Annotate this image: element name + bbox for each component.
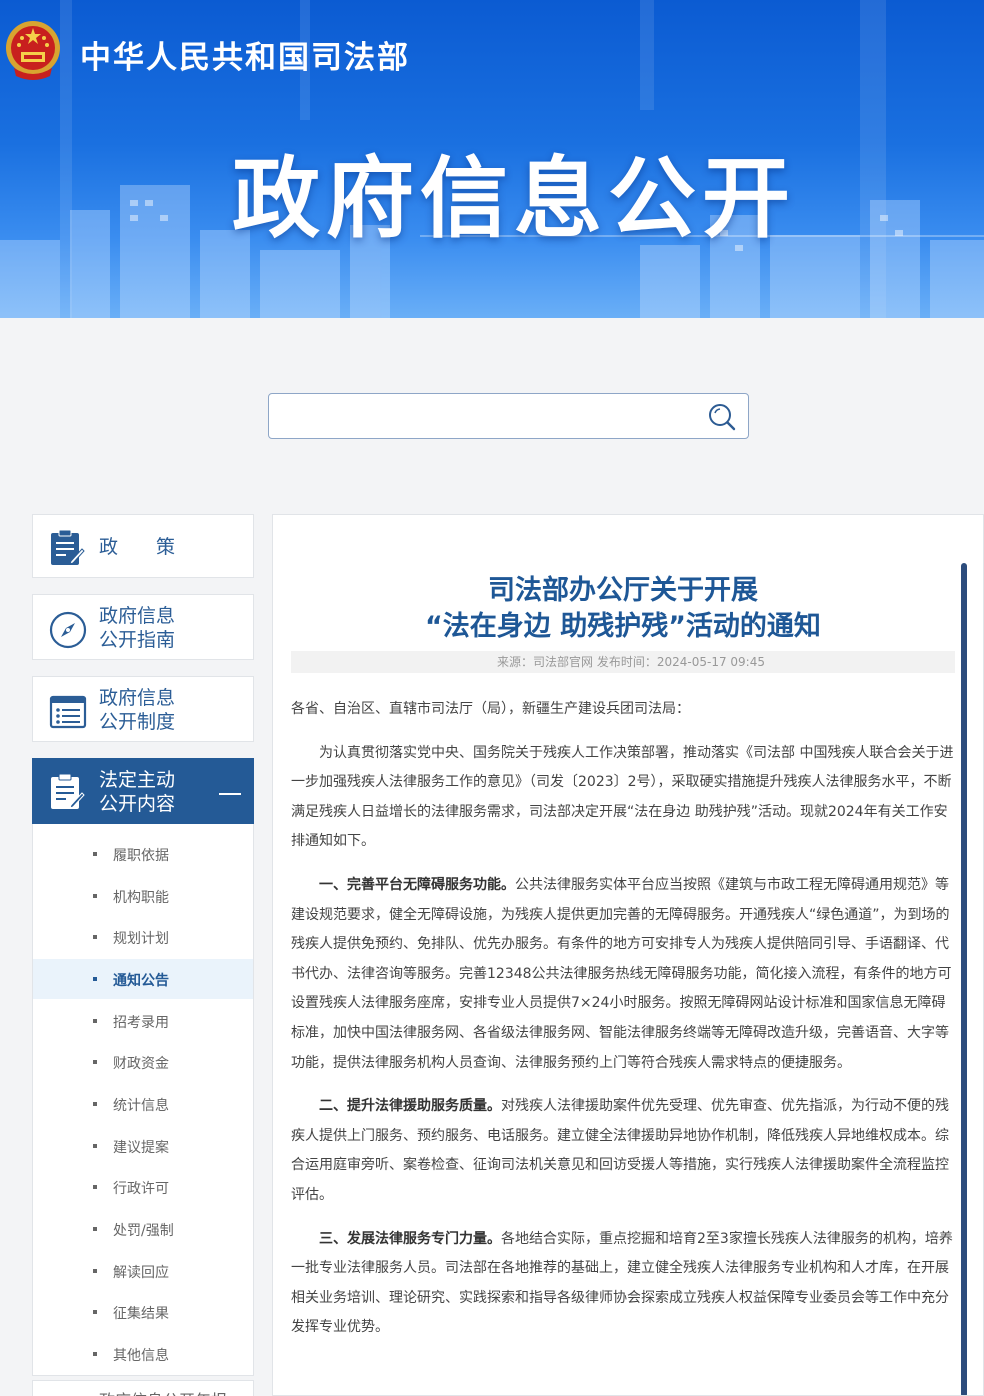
section-paragraph: 三、发展法律服务专门力量。各地结合实际，重点挖掘和培育2至3家擅长残疾人法律服务… [291,1225,959,1343]
salutation: 各省、自治区、直辖市司法厅（局），新疆生产建设兵团司法局： [291,701,690,717]
bullet-icon [93,1060,97,1064]
submenu-item[interactable]: 统计信息 [33,1084,253,1124]
sidebar-item-label: 公开指南 [99,629,176,651]
compass-icon [49,611,87,649]
intro-paragraph: 为认真贯彻落实党中央、国务院关于残疾人工作决策部署，推动落实《司法部 中国残疾人… [291,744,954,850]
bullet-icon [93,1227,97,1231]
sidebar-item-label: 政府信息 [99,687,176,709]
document-icon [51,529,85,565]
section-text: 公共法律服务实体平台应当按照《建筑与市政工程无障碍通用规范》等建设规范要求，健全… [291,876,952,1071]
section-paragraph: 一、完善平台无障碍服务功能。公共法律服务实体平台应当按照《建筑与市政工程无障碍通… [291,871,959,1078]
document-icon [51,773,85,809]
bullet-icon [93,894,97,898]
submenu-item-current[interactable]: 通知公告 [33,959,253,999]
submenu-item[interactable]: 履职依据 [33,834,253,874]
bullet-icon [93,852,97,856]
sidebar-item-label: 法定主动 [99,769,176,791]
article-body: 各省、自治区、直辖市司法厅（局），新疆生产建设兵团司法局： 为认真贯彻落实党中央… [291,695,959,1357]
section-paragraph: 二、提升法律援助服务质量。对残疾人法律援助案件优先受理、优先审查、优先指派，为行… [291,1092,959,1210]
header-banner: 中华人民共和国司法部 政府信息公开 [0,0,984,318]
bullet-icon [93,977,97,981]
list-icon [49,695,87,729]
sidebar-item-label: 公开制度 [99,711,176,733]
submenu-item[interactable]: 其他信息 [33,1334,253,1374]
submenu-item[interactable]: 规划计划 [33,917,253,957]
submenu-item[interactable]: 招考录用 [33,1001,253,1041]
bullet-icon [93,935,97,939]
section-heading: 三、发展法律服务专门力量。 [319,1230,501,1247]
search-box [268,393,749,439]
bullet-icon [93,1185,97,1189]
bullet-icon [93,1269,97,1273]
submenu-item[interactable]: 解读回应 [33,1251,253,1291]
page-title: 政府信息公开 [232,147,797,250]
bullet-icon [93,1144,97,1148]
bullet-icon [93,1019,97,1023]
sidebar-item-guide[interactable]: 政府信息 公开指南 [32,594,254,660]
sidebar-item-annual-report[interactable]: 政府信息公开年报 [32,1380,254,1396]
search-area [0,318,984,508]
sidebar-item-label: 公开内容 [99,793,176,815]
submenu: 履职依据 机构职能 规划计划 通知公告 招考录用 财政资金 统计信息 建议提案 … [32,824,254,1376]
section-heading: 一、完善平台无障碍服务功能。 [319,876,515,893]
submenu-item[interactable]: 行政许可 [33,1167,253,1207]
national-emblem-icon [6,21,60,80]
search-input[interactable] [279,402,699,430]
section-heading: 二、提升法律援助服务质量。 [319,1098,501,1115]
search-icon[interactable] [707,402,737,432]
sidebar-item-label: 政 策 [99,536,176,558]
collapse-minus-icon[interactable] [219,793,241,795]
submenu-item[interactable]: 机构职能 [33,876,253,916]
bullet-icon [93,1352,97,1356]
bullet-icon [93,1310,97,1314]
sidebar-item-system[interactable]: 政府信息 公开制度 [32,676,254,742]
bullet-icon [93,1102,97,1106]
sidebar-item-policy[interactable]: 政 策 [32,514,254,578]
sidebar-item-statutory[interactable]: 法定主动 公开内容 [32,758,254,824]
ministry-name[interactable]: 中华人民共和国司法部 [80,32,410,77]
submenu-item[interactable]: 建议提案 [33,1126,253,1166]
article-title-line2: “法在身边 助残护残”活动的通知 [425,611,821,642]
article-title: 司法部办公厅关于开展 “法在身边 助残护残”活动的通知 [273,573,973,645]
submenu-item[interactable]: 征集结果 [33,1292,253,1332]
article-title-line1: 司法部办公厅关于开展 [488,575,758,606]
sidebar: 政 策 政府信息 公开指南 政府信息 公开制度 法定主动 公开内容 履职依据 机… [32,514,254,1396]
sidebar-item-label: 政府信息 [99,605,176,627]
submenu-item[interactable]: 处罚/强制 [33,1209,253,1249]
submenu-item[interactable]: 财政资金 [33,1042,253,1082]
scrollbar[interactable] [961,563,967,1395]
article-panel: 司法部办公厅关于开展 “法在身边 助残护残”活动的通知 来源：司法部官网 发布时… [272,514,984,1396]
article-meta: 来源：司法部官网 发布时间：2024-05-17 09:45 [291,651,955,673]
